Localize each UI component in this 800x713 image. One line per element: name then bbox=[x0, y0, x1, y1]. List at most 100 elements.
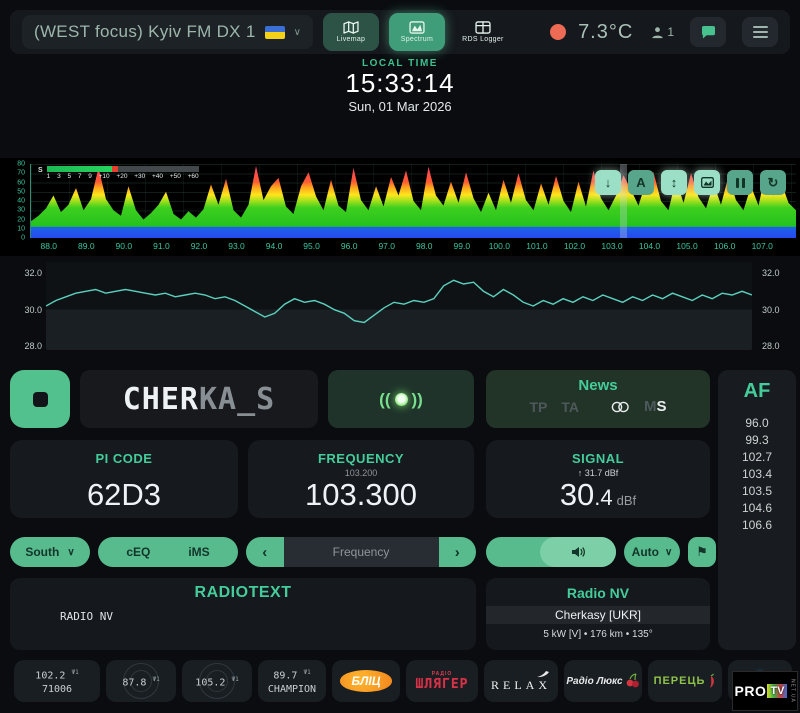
frequency-tick: 90.0 bbox=[115, 241, 133, 251]
af-frequency[interactable]: 103.4 bbox=[718, 466, 796, 483]
af-frequency[interactable]: 103.5 bbox=[718, 483, 796, 500]
frequency-tick: 99.0 bbox=[453, 241, 471, 251]
rds-logger-button[interactable]: RDS Logger bbox=[455, 13, 511, 51]
bookmark-105-2[interactable]: 105.2 Ψ1 bbox=[182, 660, 252, 702]
report-flag-button[interactable]: ⚑ bbox=[688, 537, 716, 567]
volume-knob[interactable] bbox=[540, 537, 616, 567]
signal-value-int: 30 bbox=[559, 477, 595, 512]
stereo-indicator-button[interactable]: (( )) bbox=[328, 370, 474, 428]
pty-flags-panel: News TP TA MS bbox=[486, 370, 710, 428]
record-button[interactable] bbox=[10, 370, 70, 428]
speaker-icon bbox=[571, 547, 585, 557]
frequency-tick: 107.0 bbox=[751, 241, 773, 251]
db-tick: 60 bbox=[17, 179, 25, 186]
bookmark-87-8[interactable]: 87.8 Ψ1 bbox=[106, 660, 176, 702]
s-meter-tick: +20 bbox=[116, 173, 128, 180]
snap-to-peak-button[interactable]: ↓ bbox=[595, 170, 621, 195]
livemap-button[interactable]: Livemap bbox=[322, 13, 379, 51]
refresh-button[interactable]: ↻ bbox=[760, 170, 786, 195]
watermark-domain: NET.UA bbox=[789, 679, 796, 703]
ps-name-dim: KA_S bbox=[199, 381, 276, 417]
frequency-tick: 103.0 bbox=[601, 241, 623, 251]
frequency-tick: 100.0 bbox=[488, 241, 510, 251]
frequency-panel[interactable]: FREQUENCY 103.200 103.300 bbox=[248, 440, 474, 518]
s-meter-tick: +10 bbox=[98, 173, 110, 180]
tune-down-button[interactable]: ‹ bbox=[246, 537, 284, 567]
spectrum-analyzer: 80 70 60 50 40 30 20 10 0 88.0 89.0 90.0… bbox=[0, 158, 800, 256]
frequency-tuner: ‹ › bbox=[246, 537, 476, 567]
chevron-down-icon: ∨ bbox=[293, 26, 301, 38]
radiotext-value: RADIO NV bbox=[60, 610, 113, 623]
mode-select[interactable]: Auto ∨ bbox=[624, 537, 680, 567]
pepper-icon bbox=[710, 673, 715, 688]
bookmark-blitz[interactable]: БЛІЦ bbox=[332, 660, 400, 702]
volume-slider[interactable] bbox=[486, 537, 616, 567]
signal-tick: 28.0 bbox=[762, 341, 780, 352]
rds-logger-label: RDS Logger bbox=[462, 36, 504, 43]
refresh-icon: ↻ bbox=[767, 174, 779, 190]
s-meter: S 1 3 5 7 9 +10 +20 +30 +40 +50 +60 bbox=[38, 166, 199, 180]
frequency-tick: 96.0 bbox=[340, 241, 358, 251]
menu-button[interactable] bbox=[742, 17, 778, 47]
db-tick: 20 bbox=[17, 216, 25, 223]
frequency-tick: 94.0 bbox=[265, 241, 283, 251]
chat-button[interactable] bbox=[690, 17, 726, 47]
stop-square-icon bbox=[32, 391, 48, 407]
af-frequency[interactable]: 96.0 bbox=[718, 415, 796, 432]
signal-y-axis-right: 32.0 30.0 28.0 bbox=[762, 262, 792, 352]
af-frequency[interactable]: 106.6 bbox=[718, 517, 796, 534]
bookmark-relax[interactable]: RELAX bbox=[484, 660, 558, 702]
ps-panel: CHERKA_S bbox=[80, 370, 318, 428]
frequency-tick: 88.0 bbox=[40, 241, 58, 251]
station-details: 5 kW [V] • 176 km • 135° bbox=[543, 629, 653, 640]
arrow-down-icon: ↓ bbox=[604, 175, 612, 190]
af-list: 96.0 99.3 102.7 103.4 103.5 104.6 106.6 bbox=[718, 415, 796, 534]
s-meter-tick: +30 bbox=[134, 173, 146, 180]
frequency-tick: 101.0 bbox=[526, 241, 548, 251]
ps-name-bright: CHER bbox=[122, 381, 199, 417]
af-frequency[interactable]: 102.7 bbox=[718, 449, 796, 466]
signal-y-axis-left: 32.0 30.0 28.0 bbox=[12, 262, 42, 351]
s-meter-tick: 7 bbox=[77, 173, 82, 180]
frequency-value: 103.300 bbox=[304, 477, 418, 512]
fm-dx-webserver: (WEST focus) Kyiv FM DX 1 ∨ Livemap Spec… bbox=[0, 0, 800, 713]
s-meter-unit: S bbox=[38, 167, 43, 174]
bookmark-perets[interactable]: ПЕРЕЦЬ bbox=[648, 660, 722, 702]
tune-up-button[interactable]: › bbox=[438, 537, 476, 567]
perets-logo: ПЕРЕЦЬ bbox=[653, 675, 706, 687]
s-meter-tick: +50 bbox=[169, 173, 181, 180]
antenna-select[interactable]: South ∨ bbox=[10, 537, 90, 567]
vertical-scale-button[interactable]: ↕ bbox=[661, 170, 687, 195]
bookmark-shlyager[interactable]: РАДІО ШЛЯГЕР bbox=[406, 660, 478, 702]
af-frequency[interactable]: 104.6 bbox=[718, 500, 796, 517]
frequency-input[interactable] bbox=[283, 537, 439, 567]
af-frequency[interactable]: 99.3 bbox=[718, 432, 796, 449]
signal-rings-icon bbox=[130, 670, 152, 692]
auto-range-button[interactable]: A bbox=[628, 170, 654, 195]
frequency-tick: 104.0 bbox=[638, 241, 661, 251]
tp-flag: TP bbox=[529, 398, 548, 415]
map-icon bbox=[343, 21, 359, 34]
bookmark-102-2[interactable]: 102.2 Ψ1 71006 bbox=[14, 660, 100, 702]
pi-code-panel: PI CODE 62D3 bbox=[10, 440, 238, 518]
frequency-tick: 89.0 bbox=[78, 241, 95, 251]
pause-button[interactable] bbox=[727, 170, 753, 195]
listeners-count: 1 bbox=[651, 25, 674, 39]
db-tick: 70 bbox=[17, 169, 25, 177]
bookmark-champion[interactable]: 89.7 Ψ1 CHAMPION bbox=[258, 660, 326, 702]
bookmark-lux[interactable]: Радіо Люкс bbox=[564, 660, 642, 702]
bird-icon bbox=[537, 670, 549, 677]
af-panel: AF 96.0 99.3 102.7 103.4 103.5 104.6 106.6 bbox=[718, 370, 796, 650]
eq-ims-toggle[interactable]: cEQ iMS bbox=[98, 537, 238, 567]
temperature-dot-icon bbox=[550, 24, 567, 40]
db-tick: 40 bbox=[17, 197, 25, 205]
temperature: 7.3°C bbox=[578, 20, 634, 43]
tuner-selector[interactable]: (WEST focus) Kyiv FM DX 1 ∨ bbox=[22, 15, 313, 49]
spectrum-button[interactable]: Spectrum bbox=[388, 13, 445, 51]
db-tick: 0 bbox=[21, 234, 25, 242]
eq-label: cEQ bbox=[126, 545, 151, 559]
graph-mode-button[interactable] bbox=[694, 170, 720, 195]
livemap-label: Livemap bbox=[336, 36, 366, 43]
frequency-tick: 105.0 bbox=[676, 241, 698, 251]
signal-rings-icon bbox=[206, 670, 228, 692]
